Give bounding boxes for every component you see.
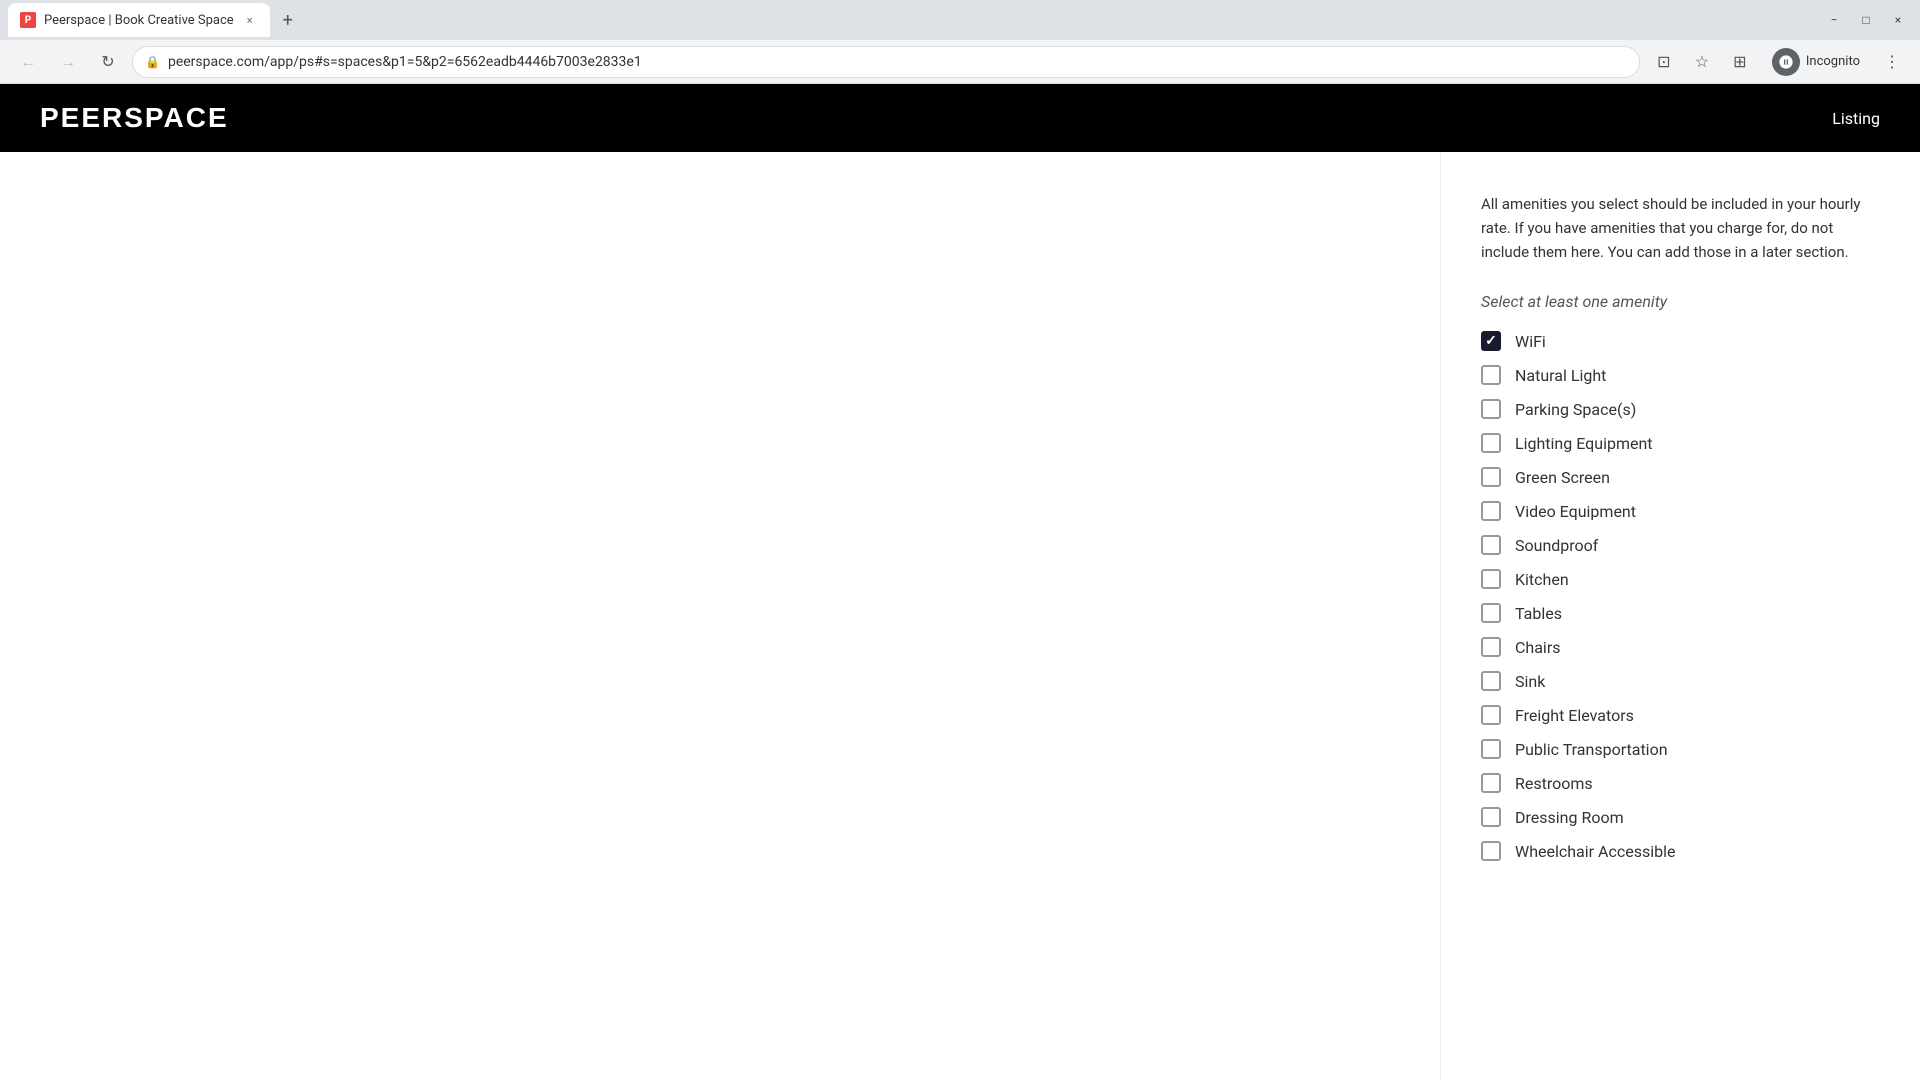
forward-button[interactable]: → [52, 46, 84, 78]
amenity-checkbox-sink[interactable] [1481, 671, 1501, 691]
main-content: All amenities you select should be inclu… [0, 152, 1920, 1080]
amenity-item-natural-light[interactable]: Natural Light [1481, 365, 1880, 385]
amenity-checkbox-wheelchair-accessible[interactable] [1481, 841, 1501, 861]
amenity-checkbox-dressing-room[interactable] [1481, 807, 1501, 827]
address-bar[interactable]: 🔒 peerspace.com/app/ps#s=spaces&p1=5&p2=… [132, 46, 1640, 78]
amenity-checkbox-soundproof[interactable] [1481, 535, 1501, 555]
tab-close-button[interactable]: × [242, 12, 258, 28]
amenity-checkbox-public-transportation[interactable] [1481, 739, 1501, 759]
amenity-checkbox-restrooms[interactable] [1481, 773, 1501, 793]
amenity-item-freight-elevators[interactable]: Freight Elevators [1481, 705, 1880, 725]
browser-tab[interactable]: P Peerspace | Book Creative Space × [8, 3, 270, 37]
checkmark-icon: ✓ [1485, 333, 1497, 349]
amenity-item-public-transportation[interactable]: Public Transportation [1481, 739, 1880, 759]
new-tab-button[interactable]: + [274, 6, 302, 34]
amenity-label-tables: Tables [1515, 604, 1562, 623]
amenity-item-wheelchair-accessible[interactable]: Wheelchair Accessible [1481, 841, 1880, 861]
amenity-item-sink[interactable]: Sink [1481, 671, 1880, 691]
minimize-button[interactable]: − [1820, 6, 1848, 34]
site-header: PEERSPACE Listing [0, 84, 1920, 152]
amenity-label-parking-spaces: Parking Space(s) [1515, 400, 1636, 419]
select-at-least-label: Select at least one amenity [1481, 292, 1880, 311]
amenity-label-public-transportation: Public Transportation [1515, 740, 1668, 759]
toolbar-actions: ⊡ ☆ ⊞ Incognito ⋮ [1648, 44, 1908, 80]
amenity-label-chairs: Chairs [1515, 638, 1561, 657]
amenity-label-video-equipment: Video Equipment [1515, 502, 1636, 521]
amenity-checkbox-tables[interactable] [1481, 603, 1501, 623]
listing-nav-link[interactable]: Listing [1832, 109, 1880, 128]
site-logo[interactable]: PEERSPACE [40, 102, 229, 134]
amenity-item-parking-spaces[interactable]: Parking Space(s) [1481, 399, 1880, 419]
amenity-item-dressing-room[interactable]: Dressing Room [1481, 807, 1880, 827]
amenity-item-chairs[interactable]: Chairs [1481, 637, 1880, 657]
amenity-label-lighting-equipment: Lighting Equipment [1515, 434, 1653, 453]
amenity-checkbox-video-equipment[interactable] [1481, 501, 1501, 521]
amenity-label-dressing-room: Dressing Room [1515, 808, 1624, 827]
incognito-icon [1772, 48, 1800, 76]
right-panel: All amenities you select should be inclu… [1440, 152, 1920, 1080]
browser-title-bar: P Peerspace | Book Creative Space × + − … [0, 0, 1920, 40]
close-window-button[interactable]: × [1884, 6, 1912, 34]
lock-icon: 🔒 [145, 55, 160, 69]
maximize-button[interactable]: □ [1852, 6, 1880, 34]
amenity-checkbox-natural-light[interactable] [1481, 365, 1501, 385]
amenity-checkbox-kitchen[interactable] [1481, 569, 1501, 589]
amenity-label-freight-elevators: Freight Elevators [1515, 706, 1634, 725]
amenity-label-wifi: WiFi [1515, 332, 1546, 351]
amenity-item-video-equipment[interactable]: Video Equipment [1481, 501, 1880, 521]
browser-chrome: P Peerspace | Book Creative Space × + − … [0, 0, 1920, 84]
amenity-item-tables[interactable]: Tables [1481, 603, 1880, 623]
page-content: PEERSPACE Listing All amenities you sele… [0, 84, 1920, 1080]
cast-button[interactable]: ⊡ [1648, 46, 1680, 78]
amenity-label-natural-light: Natural Light [1515, 366, 1606, 385]
amenity-checkbox-chairs[interactable] [1481, 637, 1501, 657]
url-text: peerspace.com/app/ps#s=spaces&p1=5&p2=65… [168, 54, 642, 70]
window-controls: − □ × [1820, 6, 1912, 34]
amenity-checkbox-green-screen[interactable] [1481, 467, 1501, 487]
header-nav: Listing [1832, 109, 1880, 128]
amenity-checkbox-parking-spaces[interactable] [1481, 399, 1501, 419]
amenity-item-wifi[interactable]: ✓ WiFi [1481, 331, 1880, 351]
amenity-label-soundproof: Soundproof [1515, 536, 1598, 555]
amenities-description: All amenities you select should be inclu… [1481, 192, 1880, 264]
incognito-button[interactable]: Incognito [1762, 44, 1870, 80]
tab-title: Peerspace | Book Creative Space [44, 13, 234, 28]
back-button[interactable]: ← [12, 46, 44, 78]
bookmark-button[interactable]: ☆ [1686, 46, 1718, 78]
left-panel [0, 152, 1440, 1080]
amenity-item-lighting-equipment[interactable]: Lighting Equipment [1481, 433, 1880, 453]
reload-button[interactable]: ↻ [92, 46, 124, 78]
amenity-item-kitchen[interactable]: Kitchen [1481, 569, 1880, 589]
amenity-label-kitchen: Kitchen [1515, 570, 1569, 589]
amenity-label-green-screen: Green Screen [1515, 468, 1610, 487]
browser-toolbar: ← → ↻ 🔒 peerspace.com/app/ps#s=spaces&p1… [0, 40, 1920, 84]
tab-favicon: P [20, 12, 36, 28]
amenity-checkbox-wifi[interactable]: ✓ [1481, 331, 1501, 351]
amenity-item-soundproof[interactable]: Soundproof [1481, 535, 1880, 555]
amenity-checkbox-lighting-equipment[interactable] [1481, 433, 1501, 453]
extensions-button[interactable]: ⊞ [1724, 46, 1756, 78]
amenity-label-sink: Sink [1515, 672, 1545, 691]
amenity-list: ✓ WiFi Natural Light Parking Space(s) Lighti… [1481, 331, 1880, 861]
amenity-item-green-screen[interactable]: Green Screen [1481, 467, 1880, 487]
amenity-checkbox-freight-elevators[interactable] [1481, 705, 1501, 725]
amenity-label-wheelchair-accessible: Wheelchair Accessible [1515, 842, 1675, 861]
amenity-label-restrooms: Restrooms [1515, 774, 1593, 793]
menu-button[interactable]: ⋮ [1876, 46, 1908, 78]
amenity-item-restrooms[interactable]: Restrooms [1481, 773, 1880, 793]
incognito-label: Incognito [1806, 54, 1860, 69]
